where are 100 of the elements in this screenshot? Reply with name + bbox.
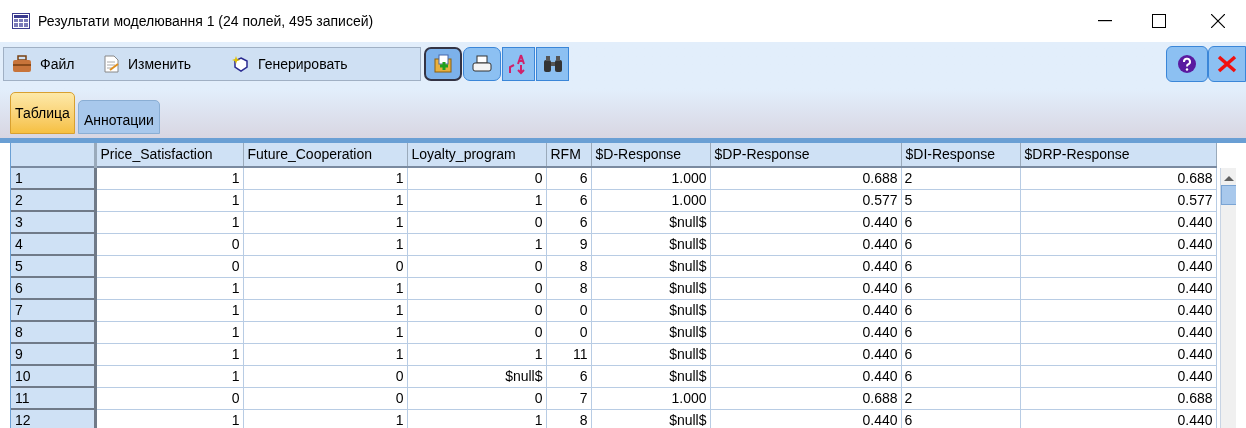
menu-item[interactable]: Генерировать bbox=[224, 49, 394, 79]
table-cell: 0.688 bbox=[1020, 167, 1216, 189]
tab[interactable]: Таблица bbox=[10, 92, 75, 134]
briefcase-icon bbox=[12, 55, 32, 73]
maximize-icon bbox=[1152, 14, 1166, 28]
table-cell: 0.440 bbox=[1020, 299, 1216, 321]
table-cell: 2 bbox=[901, 387, 1020, 409]
table-cell: 0 bbox=[407, 211, 546, 233]
menu-item[interactable]: Изменить bbox=[94, 49, 224, 79]
table-cell: 11 bbox=[546, 343, 591, 365]
row-header[interactable]: 7 bbox=[11, 299, 95, 321]
table-cell: 1 bbox=[95, 365, 243, 387]
table-cell: 0 bbox=[546, 299, 591, 321]
table-cell: 0.688 bbox=[1020, 387, 1216, 409]
column-header[interactable]: $DP-Response bbox=[710, 143, 901, 167]
column-header[interactable]: Loyalty_program bbox=[407, 143, 546, 167]
table-cell: $null$ bbox=[591, 277, 710, 299]
table-cell: 1 bbox=[95, 321, 243, 343]
table-cell: 6 bbox=[901, 299, 1020, 321]
binoculars-icon bbox=[542, 55, 563, 73]
row-header[interactable]: 3 bbox=[11, 211, 95, 233]
row-header[interactable]: 5 bbox=[11, 255, 95, 277]
table-cell: 0.440 bbox=[710, 233, 901, 255]
column-header[interactable]: Future_Cooperation bbox=[243, 143, 407, 167]
document-icon bbox=[102, 55, 120, 73]
column-header[interactable]: $D-Response bbox=[591, 143, 710, 167]
table-cell: 7 bbox=[546, 387, 591, 409]
find-button[interactable] bbox=[536, 47, 569, 81]
table-cell: 6 bbox=[901, 409, 1020, 428]
table-cell: 0 bbox=[407, 321, 546, 343]
table-cell: $null$ bbox=[591, 211, 710, 233]
table-cell: 0.440 bbox=[710, 365, 901, 387]
table-cell: 6 bbox=[546, 365, 591, 387]
table-cell: 6 bbox=[901, 321, 1020, 343]
tab[interactable]: Аннотации bbox=[77, 100, 160, 134]
table-cell: 0.440 bbox=[1020, 409, 1216, 428]
menu-item[interactable]: Файл bbox=[4, 49, 94, 79]
table-cell: 0.688 bbox=[710, 387, 901, 409]
column-header[interactable]: $DRP-Response bbox=[1020, 143, 1216, 167]
table-cell: 1 bbox=[95, 277, 243, 299]
table-cell: 1.000 bbox=[591, 189, 710, 211]
table-cell: 0 bbox=[95, 387, 243, 409]
table-cell: 0 bbox=[407, 387, 546, 409]
row-header[interactable]: 10 bbox=[11, 365, 95, 387]
table-cell: 1 bbox=[243, 233, 407, 255]
table-cell: 1 bbox=[243, 211, 407, 233]
table-cell: 2 bbox=[901, 167, 1020, 189]
row-header[interactable]: 9 bbox=[11, 343, 95, 365]
table-cell: 6 bbox=[546, 189, 591, 211]
table-cell: 0.440 bbox=[1020, 233, 1216, 255]
add-data-button[interactable] bbox=[424, 47, 462, 81]
row-header[interactable]: 4 bbox=[11, 233, 95, 255]
table-cell: 8 bbox=[546, 277, 591, 299]
table-cell: 9 bbox=[546, 233, 591, 255]
table-cell: 6 bbox=[901, 211, 1020, 233]
table-cell: 0 bbox=[407, 277, 546, 299]
table-cell: 6 bbox=[901, 277, 1020, 299]
hexagon-icon bbox=[232, 55, 250, 73]
folder-plus-icon bbox=[433, 54, 453, 74]
table-cell: 0.440 bbox=[710, 321, 901, 343]
table-cell: 6 bbox=[901, 255, 1020, 277]
help-button[interactable] bbox=[1166, 46, 1208, 82]
scrollbar[interactable] bbox=[1220, 168, 1236, 428]
row-header[interactable]: 1 bbox=[11, 167, 95, 189]
row-header[interactable]: 8 bbox=[11, 321, 95, 343]
table-cell: 6 bbox=[901, 233, 1020, 255]
table-cell: 8 bbox=[546, 255, 591, 277]
row-header[interactable]: 11 bbox=[11, 387, 95, 409]
table-cell: 1 bbox=[243, 343, 407, 365]
table-cell: 1 bbox=[407, 409, 546, 428]
table-cell: $null$ bbox=[591, 343, 710, 365]
row-header[interactable]: 2 bbox=[11, 189, 95, 211]
column-header[interactable]: Price_Satisfaction bbox=[95, 143, 243, 167]
column-header[interactable]: RFM bbox=[546, 143, 591, 167]
scroll-thumb[interactable] bbox=[1221, 185, 1236, 205]
table-cell: $null$ bbox=[591, 233, 710, 255]
table-cell: 6 bbox=[901, 343, 1020, 365]
table-cell: 1 bbox=[95, 189, 243, 211]
table-cell: 1 bbox=[95, 299, 243, 321]
table-cell: 0.577 bbox=[1020, 189, 1216, 211]
table-cell: 0.440 bbox=[710, 299, 901, 321]
table-cell: 1 bbox=[407, 189, 546, 211]
table-cell: $null$ bbox=[591, 321, 710, 343]
table-cell: 1 bbox=[243, 299, 407, 321]
table-cell: 1 bbox=[243, 277, 407, 299]
table-cell: 6 bbox=[546, 211, 591, 233]
table-cell: 1 bbox=[243, 321, 407, 343]
table-cell: 1 bbox=[95, 409, 243, 428]
close-icon bbox=[1217, 55, 1237, 73]
table-cell: 0 bbox=[95, 255, 243, 277]
table-cell: 0.440 bbox=[1020, 343, 1216, 365]
table-cell: 0.688 bbox=[710, 167, 901, 189]
help-icon bbox=[1177, 54, 1197, 74]
row-header[interactable]: 6 bbox=[11, 277, 95, 299]
print-button[interactable] bbox=[463, 47, 501, 81]
table-cell: 1 bbox=[95, 167, 243, 189]
column-header[interactable]: $DI-Response bbox=[901, 143, 1020, 167]
table-cell: 5 bbox=[901, 189, 1020, 211]
table-cell: 0 bbox=[407, 299, 546, 321]
table-cell: 0.577 bbox=[710, 189, 901, 211]
